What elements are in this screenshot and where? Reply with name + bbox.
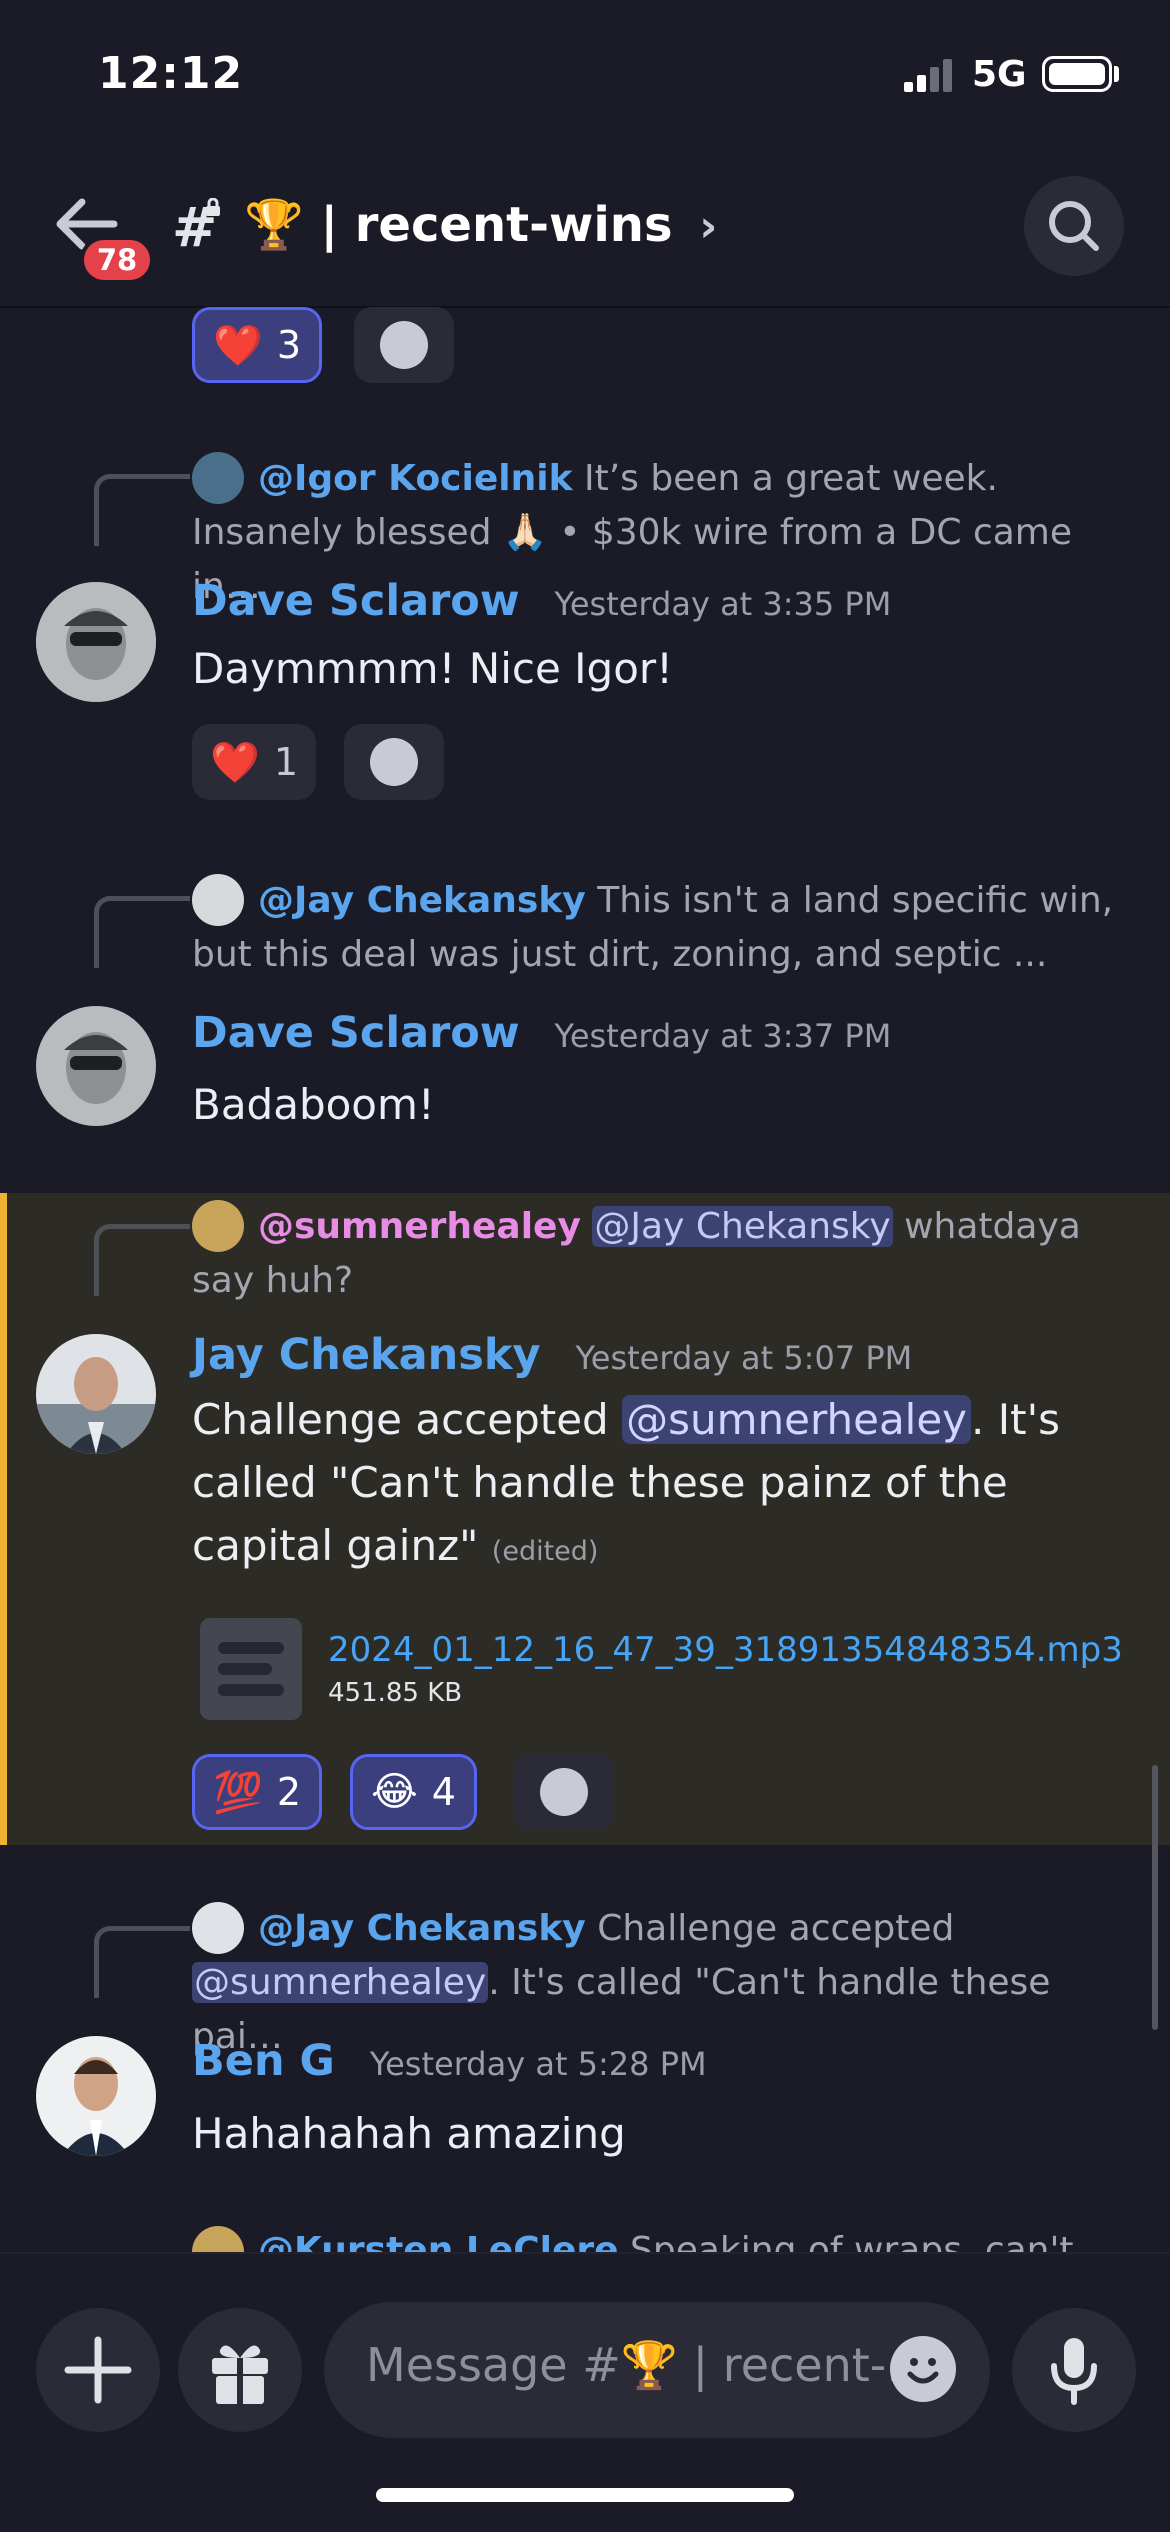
message-author[interactable]: Ben G Yesterday at 5:28 PM bbox=[192, 2036, 707, 2086]
reply-username: @Kursten LeClere bbox=[258, 2230, 619, 2252]
edited-label: (edited) bbox=[491, 1536, 599, 1567]
microphone-icon bbox=[1051, 2338, 1097, 2405]
message-timestamp: Yesterday at 5:28 PM bbox=[369, 2045, 707, 2083]
file-icon bbox=[200, 1618, 302, 1720]
add-reaction-icon bbox=[380, 321, 428, 369]
reply-connector bbox=[94, 474, 190, 546]
author-name: Jay Chekansky bbox=[192, 1330, 541, 1380]
add-button[interactable] bbox=[36, 2308, 160, 2432]
reply-mention[interactable]: @Jay Chekansky bbox=[592, 1206, 893, 1247]
hundred-emoji: 💯 bbox=[213, 1769, 263, 1816]
author-name: Dave Sclarow bbox=[192, 576, 520, 626]
reaction-heart[interactable]: ❤️ 1 bbox=[192, 724, 316, 800]
message-text: Daymmmm! Nice Igor! bbox=[192, 644, 673, 693]
avatar[interactable] bbox=[36, 582, 156, 702]
message-text: Challenge accepted @sumnerhealey. It's c… bbox=[192, 1388, 1132, 1583]
add-reaction-button[interactable] bbox=[344, 724, 444, 800]
reply-preview[interactable]: @Kursten LeClere Speaking of wraps, can'… bbox=[192, 2226, 1132, 2252]
reply-connector bbox=[94, 1224, 190, 1296]
reply-preview[interactable]: @Jay Chekansky This isn't a land specifi… bbox=[192, 874, 1132, 982]
home-indicator[interactable] bbox=[376, 2488, 794, 2502]
emoji-icon[interactable] bbox=[890, 2336, 956, 2402]
author-name: Dave Sclarow bbox=[192, 1008, 520, 1058]
reply-text: Speaking of wraps, can't bbox=[630, 2230, 1074, 2252]
heart-emoji: ❤️ bbox=[210, 739, 260, 786]
message-author[interactable]: Dave Sclarow Yesterday at 3:35 PM bbox=[192, 576, 891, 626]
message-text-part: Challenge accepted bbox=[192, 1395, 623, 1444]
partial-message: @Kursten LeClere Speaking of wraps, can'… bbox=[0, 2226, 1170, 2252]
message-timestamp: Yesterday at 3:35 PM bbox=[554, 585, 892, 623]
reply-username: @Jay Chekansky bbox=[258, 1908, 586, 1949]
reply-text: Challenge accepted bbox=[597, 1908, 955, 1949]
reply-mention[interactable]: @sumnerhealey bbox=[192, 1962, 489, 2003]
reply-username: @sumnerhealey bbox=[258, 1206, 581, 1247]
lock-icon bbox=[206, 198, 220, 216]
channel-name: 🏆 | recent-wins bbox=[244, 197, 673, 253]
file-name-link[interactable]: 2024_01_12_16_47_39_31891354848354.mp3 bbox=[328, 1630, 1123, 1670]
search-icon bbox=[1049, 201, 1099, 251]
plus-icon bbox=[64, 2336, 132, 2404]
avatar[interactable] bbox=[36, 2036, 156, 2156]
reaction-count: 1 bbox=[273, 740, 298, 784]
search-button[interactable] bbox=[1024, 176, 1124, 276]
chevron-right-icon: › bbox=[699, 201, 718, 252]
reply-username: @Igor Kocielnik bbox=[258, 458, 573, 499]
battery-icon bbox=[1042, 56, 1112, 92]
author-name: Ben G bbox=[192, 2036, 335, 2086]
reply-preview[interactable]: @sumnerhealey @Jay Chekansky whatdaya sa… bbox=[192, 1200, 1132, 1308]
reaction-hundred[interactable]: 💯 2 bbox=[192, 1754, 322, 1830]
gift-button[interactable] bbox=[178, 2308, 302, 2432]
add-reaction-icon bbox=[540, 1768, 588, 1816]
reply-connector bbox=[94, 1926, 190, 1998]
file-attachment[interactable]: 2024_01_12_16_47_39_31891354848354.mp3 4… bbox=[200, 1618, 1123, 1720]
add-reaction-button[interactable] bbox=[514, 1754, 614, 1830]
add-reaction-icon bbox=[370, 738, 418, 786]
status-time: 12:12 bbox=[98, 48, 244, 99]
channel-header: 78 # 🏆 | recent-wins › bbox=[0, 150, 1170, 308]
gift-icon bbox=[212, 2345, 268, 2404]
reaction-heart[interactable]: ❤️ 3 bbox=[192, 307, 322, 383]
network-type: 5G bbox=[972, 54, 1027, 95]
add-reaction-button[interactable] bbox=[354, 307, 454, 383]
battery-cap bbox=[1114, 66, 1119, 82]
reaction-count: 3 bbox=[276, 323, 301, 367]
file-size: 451.85 KB bbox=[328, 1678, 463, 1708]
reply-connector bbox=[94, 896, 190, 968]
message-author[interactable]: Dave Sclarow Yesterday at 3:37 PM bbox=[192, 1008, 891, 1058]
reply-username: @Jay Chekansky bbox=[258, 880, 586, 921]
message-author[interactable]: Jay Chekansky Yesterday at 5:07 PM bbox=[192, 1330, 912, 1380]
message-placeholder: Message #🏆 | recent-.. bbox=[366, 2338, 916, 2392]
status-bar: 12:12 5G bbox=[0, 0, 1170, 150]
message-timestamp: Yesterday at 5:07 PM bbox=[575, 1339, 913, 1377]
avatar[interactable] bbox=[36, 1006, 156, 1126]
heart-emoji: ❤️ bbox=[213, 322, 263, 369]
voice-message-button[interactable] bbox=[1012, 2308, 1136, 2432]
scrollbar[interactable] bbox=[1152, 1765, 1158, 2030]
reaction-count: 2 bbox=[276, 1770, 301, 1814]
channel-title[interactable]: 🏆 | recent-wins › bbox=[244, 196, 717, 253]
message-text: Badaboom! bbox=[192, 1080, 435, 1129]
laughing-emoji: 😂 bbox=[371, 1769, 418, 1815]
avatar[interactable] bbox=[36, 1334, 156, 1454]
reaction-laughing[interactable]: 😂 4 bbox=[350, 1754, 477, 1830]
user-mention[interactable]: @sumnerhealey bbox=[622, 1395, 972, 1444]
message-input[interactable]: Message #🏆 | recent-.. bbox=[324, 2302, 990, 2438]
reaction-count: 4 bbox=[431, 1770, 456, 1814]
unread-badge: 78 bbox=[80, 236, 154, 284]
message-text: Hahahahah amazing bbox=[192, 2109, 626, 2158]
signal-icon bbox=[904, 58, 952, 92]
message-timestamp: Yesterday at 3:37 PM bbox=[554, 1017, 892, 1055]
